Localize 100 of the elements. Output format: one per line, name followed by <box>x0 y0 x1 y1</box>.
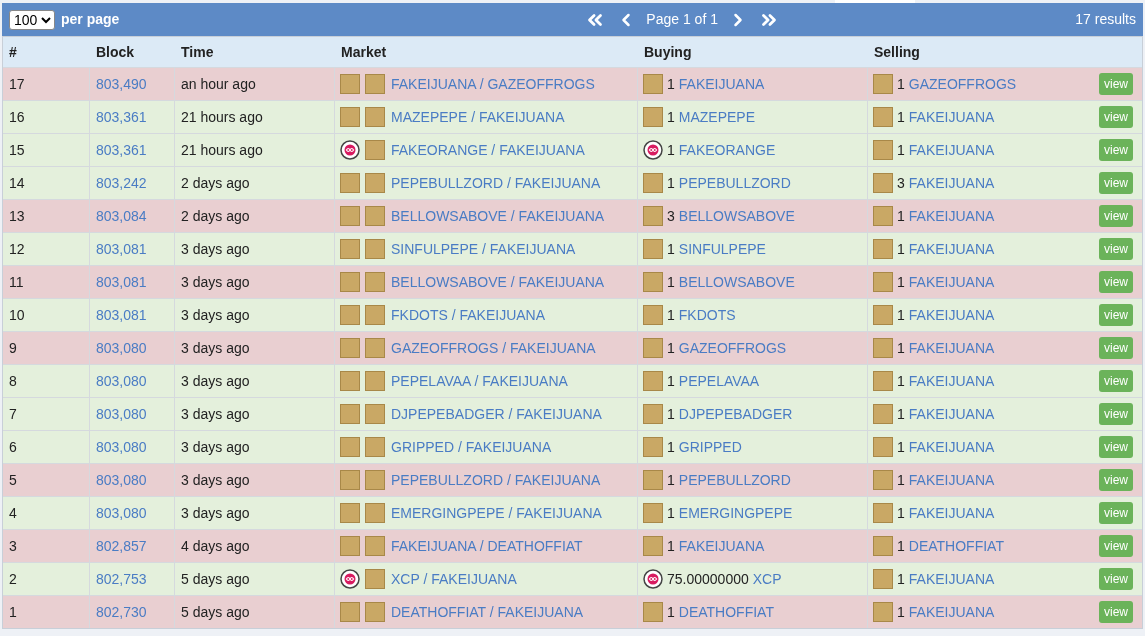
asset-link[interactable]: FAKEIJUANA <box>908 337 995 359</box>
block-link[interactable]: 803,361 <box>96 139 147 161</box>
view-button[interactable]: view <box>1099 271 1133 293</box>
market-link[interactable]: SINFULPEPE / FAKEIJUANA <box>391 238 576 260</box>
token-image <box>873 404 893 424</box>
market-link[interactable]: GRIPPED / FAKEIJUANA <box>391 436 552 458</box>
block-link[interactable]: 802,753 <box>96 568 147 590</box>
block-link[interactable]: 802,730 <box>96 601 147 623</box>
block-link[interactable]: 803,080 <box>96 370 147 392</box>
view-button[interactable]: view <box>1099 106 1133 128</box>
asset-link[interactable]: GRIPPED <box>678 436 742 458</box>
asset-link[interactable]: FAKEIJUANA <box>908 469 995 491</box>
asset-link[interactable]: MAZEPEPE <box>678 106 756 128</box>
asset-link[interactable]: FAKEIJUANA <box>908 403 995 425</box>
view-button[interactable]: view <box>1099 436 1133 458</box>
asset-link[interactable]: SINFULPEPE <box>678 238 766 260</box>
view-button[interactable]: view <box>1099 469 1133 491</box>
block-link[interactable]: 803,080 <box>96 337 147 359</box>
view-button[interactable]: view <box>1099 172 1133 194</box>
view-button[interactable]: view <box>1099 337 1133 359</box>
view-button[interactable]: view <box>1099 502 1133 524</box>
block-link[interactable]: 803,080 <box>96 436 147 458</box>
market-link[interactable]: PEPELAVAA / FAKEIJUANA <box>391 370 568 392</box>
time-text: 5 days ago <box>181 602 250 622</box>
asset-link[interactable]: DJPEPEBADGER <box>678 403 793 425</box>
asset-link[interactable]: BELLOWSABOVE <box>678 205 795 227</box>
asset-link[interactable]: FAKEORANGE <box>678 139 776 161</box>
view-button[interactable]: view <box>1099 73 1133 95</box>
block-link[interactable]: 803,081 <box>96 271 147 293</box>
view-button[interactable]: view <box>1099 139 1133 161</box>
market-link[interactable]: MAZEPEPE / FAKEIJUANA <box>391 106 565 128</box>
block-link[interactable]: 803,080 <box>96 502 147 524</box>
asset-link[interactable]: FAKEIJUANA <box>908 205 995 227</box>
market-link[interactable]: FKDOTS / FAKEIJUANA <box>391 304 546 326</box>
asset-link[interactable]: FAKEIJUANA <box>678 535 765 557</box>
market-link[interactable]: BELLOWSABOVE / FAKEIJUANA <box>391 271 605 293</box>
market-link[interactable]: DEATHOFFIAT / FAKEIJUANA <box>391 601 584 623</box>
view-button[interactable]: view <box>1099 568 1133 590</box>
view-button[interactable]: view <box>1099 205 1133 227</box>
market-link[interactable]: FAKEIJUANA / GAZEOFFROGS <box>391 73 595 95</box>
block-link[interactable]: 803,080 <box>96 469 147 491</box>
asset-link[interactable]: FAKEIJUANA <box>908 370 995 392</box>
asset-link[interactable]: FAKEIJUANA <box>908 601 995 623</box>
market-link[interactable]: BELLOWSABOVE / FAKEIJUANA <box>391 205 605 227</box>
time-text: 5 days ago <box>181 569 250 589</box>
token-image <box>365 404 385 424</box>
asset-link[interactable]: FAKEIJUANA <box>908 238 995 260</box>
asset-link[interactable]: GAZEOFFROGS <box>908 73 1017 95</box>
market-link[interactable]: EMERGINGPEPE / FAKEIJUANA <box>391 502 602 524</box>
asset-link[interactable]: FAKEIJUANA <box>908 304 995 326</box>
block-link[interactable]: 803,080 <box>96 403 147 425</box>
column-header: Block <box>96 43 135 60</box>
block-link[interactable]: 803,490 <box>96 73 147 95</box>
asset-link[interactable]: BELLOWSABOVE <box>678 271 795 293</box>
token-image <box>365 272 385 292</box>
asset-link[interactable]: DEATHOFFIAT <box>678 601 774 623</box>
asset-link[interactable]: DEATHOFFIAT <box>908 535 1004 557</box>
token-image <box>873 536 893 556</box>
asset-link[interactable]: FAKEIJUANA <box>908 271 995 293</box>
asset-link[interactable]: XCP <box>752 568 782 590</box>
market-link[interactable]: PEPEBULLZORD / FAKEIJUANA <box>391 469 601 491</box>
quantity-text: 1 <box>667 74 675 94</box>
block-link[interactable]: 803,081 <box>96 304 147 326</box>
asset-link[interactable]: FAKEIJUANA <box>908 436 995 458</box>
block-link[interactable]: 803,081 <box>96 238 147 260</box>
view-button[interactable]: view <box>1099 601 1133 623</box>
asset-link[interactable]: FKDOTS <box>678 304 736 326</box>
market-link[interactable]: GAZEOFFROGS / FAKEIJUANA <box>391 337 596 359</box>
market-link[interactable]: FAKEORANGE / FAKEIJUANA <box>391 139 585 161</box>
asset-link[interactable]: FAKEIJUANA <box>908 172 995 194</box>
view-button[interactable]: view <box>1099 238 1133 260</box>
asset-link[interactable]: FAKEIJUANA <box>908 139 995 161</box>
per-page-select[interactable]: 100 <box>9 9 55 30</box>
quantity-text: 3 <box>897 173 905 193</box>
view-button[interactable]: view <box>1099 370 1133 392</box>
view-button[interactable]: view <box>1099 535 1133 557</box>
token-image <box>873 602 893 622</box>
asset-link[interactable]: FAKEIJUANA <box>908 106 995 128</box>
asset-link[interactable]: PEPEBULLZORD <box>678 172 791 194</box>
asset-link[interactable]: PEPEBULLZORD <box>678 469 791 491</box>
market-link[interactable]: XCP / FAKEIJUANA <box>391 568 517 590</box>
quantity-text: 1 <box>897 569 905 589</box>
asset-link[interactable]: FAKEIJUANA <box>678 73 765 95</box>
asset-link[interactable]: FAKEIJUANA <box>908 502 995 524</box>
block-link[interactable]: 803,242 <box>96 172 147 194</box>
block-link[interactable]: 803,084 <box>96 205 147 227</box>
asset-link[interactable]: GAZEOFFROGS <box>678 337 787 359</box>
market-link[interactable]: FAKEIJUANA / DEATHOFFIAT <box>391 535 583 557</box>
market-link[interactable]: DJPEPEBADGER / FAKEIJUANA <box>391 403 602 425</box>
asset-link[interactable]: EMERGINGPEPE <box>678 502 793 524</box>
block-link[interactable]: 803,361 <box>96 106 147 128</box>
token-image <box>643 437 663 457</box>
asset-link[interactable]: PEPELAVAA <box>678 370 760 392</box>
market-link[interactable]: PEPEBULLZORD / FAKEIJUANA <box>391 172 601 194</box>
block-link[interactable]: 802,857 <box>96 535 147 557</box>
asset-link[interactable]: FAKEIJUANA <box>908 568 995 590</box>
time-text: 3 days ago <box>181 272 250 292</box>
view-button[interactable]: view <box>1099 403 1133 425</box>
token-image <box>873 305 893 325</box>
view-button[interactable]: view <box>1099 304 1133 326</box>
